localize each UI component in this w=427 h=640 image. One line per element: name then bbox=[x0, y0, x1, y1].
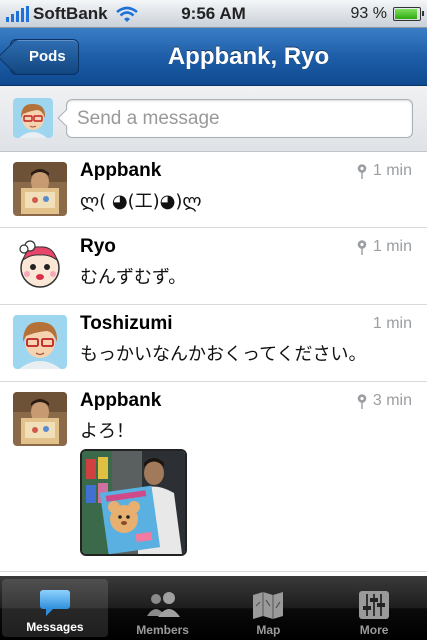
location-pin-icon bbox=[357, 239, 367, 255]
compose-bar: Send a message bbox=[0, 86, 427, 152]
message-meta: 3 min bbox=[357, 392, 412, 410]
battery-icon bbox=[393, 7, 424, 21]
message-text: むんずむず。 bbox=[80, 267, 187, 288]
message-row[interactable]: Appbank よろ！ 3 min bbox=[0, 382, 427, 572]
message-row[interactable]: Ryo むんずむず。 1 min bbox=[0, 228, 427, 305]
sliders-icon bbox=[359, 591, 390, 619]
sender-name: Toshizumi bbox=[80, 313, 173, 334]
tab-map[interactable]: Map bbox=[216, 576, 322, 640]
message-meta: 1 min bbox=[357, 238, 412, 256]
message-meta: 1 min bbox=[373, 315, 412, 333]
speech-bubble-icon bbox=[39, 590, 70, 616]
navigation-bar: Pods Appbank, Ryo bbox=[0, 28, 427, 86]
carrier-label: SoftBank bbox=[33, 3, 108, 23]
tab-label: Members bbox=[136, 623, 189, 637]
photo-thumbnail[interactable] bbox=[80, 449, 187, 556]
avatar bbox=[13, 238, 67, 292]
avatar bbox=[13, 162, 67, 216]
tab-members[interactable]: Members bbox=[110, 576, 216, 640]
map-icon bbox=[253, 592, 284, 619]
signal-icon bbox=[6, 5, 29, 22]
message-row[interactable]: Appbank ლ( ◕(工)◕)ლ 1 min bbox=[0, 152, 427, 228]
sender-name: Appbank bbox=[80, 160, 162, 181]
sender-name: Appbank bbox=[80, 390, 162, 411]
user-avatar bbox=[13, 98, 53, 138]
back-button[interactable]: Pods bbox=[10, 39, 79, 75]
status-bar: SoftBank 9:56 AM 93 % bbox=[0, 0, 427, 28]
tab-label: Map bbox=[256, 623, 281, 637]
tab-label: More bbox=[359, 623, 389, 637]
message-text: もっかいなんかおくってください。 bbox=[80, 344, 367, 365]
message-row[interactable]: Toshizumi もっかいなんかおくってください。 1 min bbox=[0, 305, 427, 382]
message-meta: 1 min bbox=[357, 162, 412, 180]
message-time: 1 min bbox=[372, 162, 412, 179]
message-time: 3 min bbox=[372, 392, 412, 409]
message-text: ლ( ◕(工)◕)ლ bbox=[80, 191, 202, 212]
message-time: 1 min bbox=[372, 315, 412, 332]
tab-label: Messages bbox=[26, 620, 84, 634]
avatar bbox=[13, 315, 67, 369]
tab-bar: Messages Members Map More bbox=[0, 576, 427, 640]
people-icon bbox=[146, 592, 180, 617]
sender-name: Ryo bbox=[80, 236, 116, 257]
location-pin-icon bbox=[357, 393, 367, 409]
message-text: よろ！ bbox=[80, 421, 134, 442]
message-time: 1 min bbox=[372, 238, 412, 255]
location-pin-icon bbox=[357, 163, 367, 179]
tab-more[interactable]: More bbox=[321, 576, 427, 640]
avatar bbox=[13, 392, 67, 446]
message-list: Appbank ლ( ◕(工)◕)ლ 1 min Ryo むんずむず。 1 mi… bbox=[0, 152, 427, 576]
battery-percentage: 93 % bbox=[350, 4, 387, 22]
page-title: Appbank, Ryo bbox=[167, 43, 330, 70]
message-input[interactable]: Send a message bbox=[66, 99, 413, 138]
tab-messages[interactable]: Messages bbox=[2, 579, 108, 637]
wifi-icon bbox=[115, 6, 138, 22]
